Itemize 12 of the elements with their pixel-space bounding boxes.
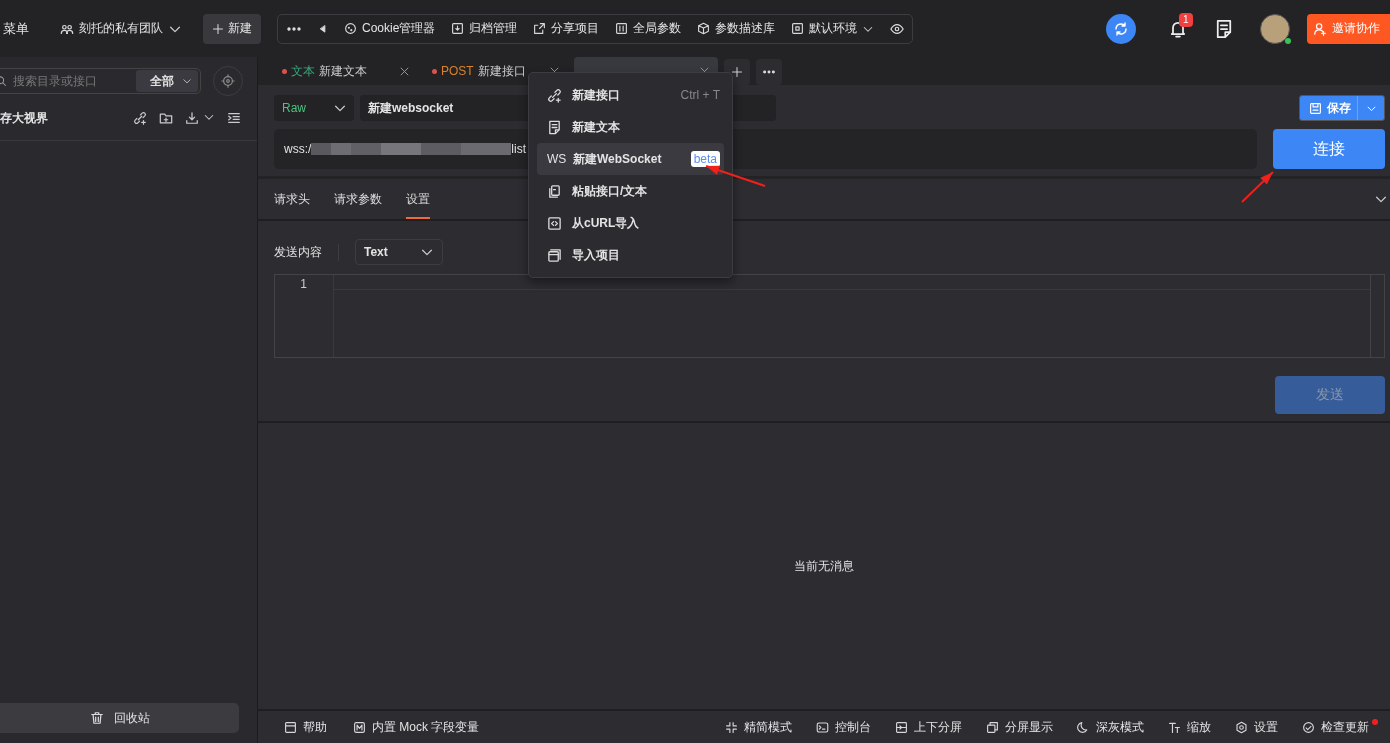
- line-number: 1: [299, 277, 307, 291]
- method-tag: 文本: [291, 62, 315, 80]
- url-text: wss:/: [284, 142, 312, 156]
- url-text: list: [511, 142, 526, 156]
- shortcut-text: Ctrl + T: [680, 88, 720, 102]
- tab-title: 新建文本: [319, 62, 367, 80]
- field-label: 发送内容: [274, 243, 339, 261]
- beta-badge: beta: [690, 151, 720, 167]
- tab-title: 新建接口: [477, 62, 526, 80]
- method-tag: POST: [441, 64, 474, 78]
- empty-message: 当前无消息: [794, 557, 854, 575]
- notification-badge: 1: [1179, 12, 1193, 27]
